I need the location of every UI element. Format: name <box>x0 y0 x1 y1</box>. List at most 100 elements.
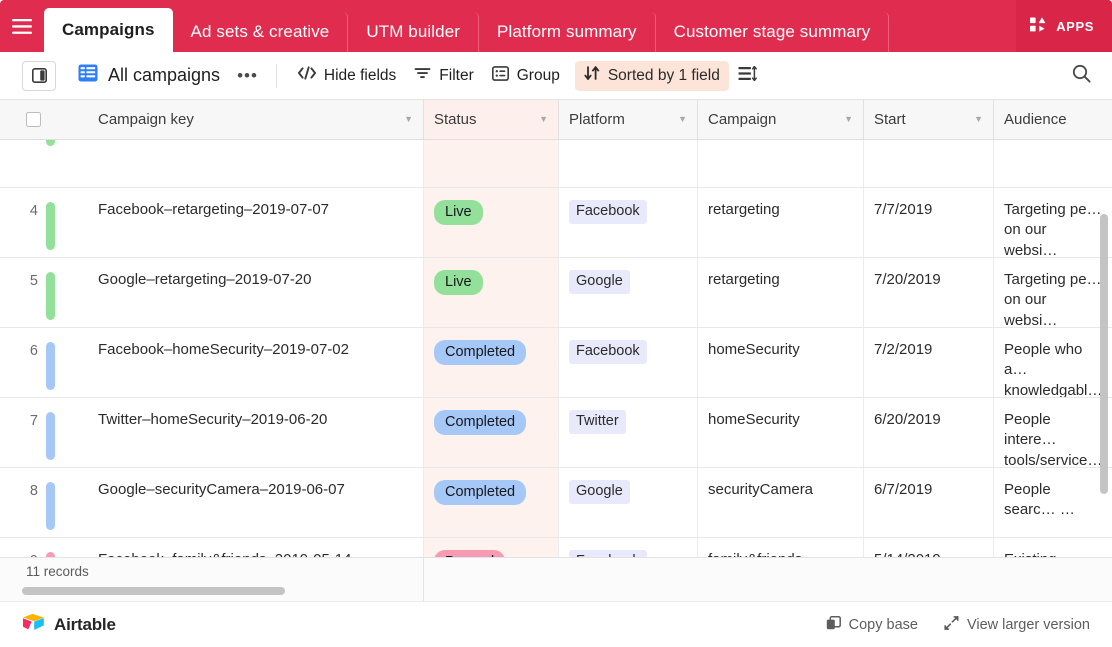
cell-platform[interactable]: Twitter <box>559 398 698 467</box>
record-summary-bar: 11 records <box>0 557 1112 601</box>
sort-button[interactable]: Sorted by 1 field <box>574 60 729 91</box>
cell-campaign[interactable]: securityCamera <box>698 468 864 537</box>
cell-start-date[interactable]: 7/20/2019 <box>864 258 994 327</box>
expand-icon <box>944 615 959 634</box>
chevron-down-icon[interactable]: ▼ <box>974 115 983 124</box>
cell-status[interactable]: Live <box>424 188 559 257</box>
column-header-audience[interactable]: Audience <box>994 100 1112 139</box>
cell-campaign[interactable]: homeSecurity <box>698 398 864 467</box>
cell-status[interactable]: Live <box>424 258 559 327</box>
hide-fields-icon <box>297 66 316 85</box>
filter-label: Filter <box>439 66 474 84</box>
cell-campaign[interactable] <box>698 140 864 187</box>
select-all-checkbox[interactable] <box>26 112 41 127</box>
cell-audience[interactable]: Existing custo… PerchCam be… <box>994 538 1112 557</box>
column-header-campaign-key[interactable]: Campaign key ▼ <box>88 100 424 139</box>
table-row[interactable]: 7 Twitter–homeSecurity–2019-06-20 Complete… <box>0 398 1112 468</box>
tab-campaigns[interactable]: Campaigns <box>44 8 173 52</box>
cell-start-date[interactable]: 7/7/2019 <box>864 188 994 257</box>
chevron-down-icon[interactable]: ▼ <box>844 115 853 124</box>
cell-platform[interactable]: Google <box>559 468 698 537</box>
platform-tag: Facebook <box>569 550 647 557</box>
cell-status[interactable]: Completed <box>424 398 559 467</box>
tab-utm-builder[interactable]: UTM builder <box>348 12 480 52</box>
table-row[interactable] <box>0 140 1112 188</box>
cell-platform[interactable]: Facebook <box>559 538 698 557</box>
tab-customer-stage-summary[interactable]: Customer stage summary <box>656 12 890 52</box>
chevron-down-icon[interactable]: ▼ <box>678 115 687 124</box>
cell-campaign-key[interactable]: Google–retargeting–2019-07-20 <box>88 258 424 327</box>
cell-audience[interactable]: Targeting pe… on our websi… <box>994 258 1112 327</box>
cell-campaign[interactable]: retargeting <box>698 258 864 327</box>
cell-start-date[interactable]: 6/7/2019 <box>864 468 994 537</box>
grid-body[interactable]: 4 Facebook–retargeting–2019-07-07 Live Face… <box>0 140 1112 557</box>
filter-button[interactable]: Filter <box>405 61 482 91</box>
cell-start-date[interactable]: 5/14/2019 <box>864 538 994 557</box>
cell-campaign-key[interactable]: Facebook–family&friends–2019-05-14 <box>88 538 424 557</box>
cell-audience[interactable] <box>994 140 1112 187</box>
cell-campaign-key[interactable]: Facebook–retargeting–2019-07-07 <box>88 188 424 257</box>
table-row[interactable]: 8 Google–securityCamera–2019-06-07 Complet… <box>0 468 1112 538</box>
hamburger-icon[interactable] <box>0 0 44 52</box>
cell-audience[interactable]: People who a… knowledgabl… <box>994 328 1112 397</box>
search-button[interactable] <box>1064 61 1098 91</box>
view-name-button[interactable]: All campaigns <box>74 61 229 91</box>
table-row[interactable]: 4 Facebook–retargeting–2019-07-07 Live Face… <box>0 188 1112 258</box>
cell-campaign[interactable]: retargeting <box>698 188 864 257</box>
row-index-cell: 4 <box>0 188 88 257</box>
table-row[interactable]: 5 Google–retargeting–2019-07-20 Live Google… <box>0 258 1112 328</box>
cell-status[interactable]: Completed <box>424 328 559 397</box>
group-icon <box>491 65 509 86</box>
cell-campaign[interactable]: homeSecurity <box>698 328 864 397</box>
cell-status[interactable]: Completed <box>424 468 559 537</box>
chevron-down-icon[interactable]: ▼ <box>404 115 413 124</box>
tab-label: Ad sets & creative <box>190 22 330 41</box>
apps-icon <box>1030 17 1049 35</box>
cell-campaign[interactable]: family&friends <box>698 538 864 557</box>
tab-ad-sets-creative[interactable]: Ad sets & creative <box>173 12 349 52</box>
column-header-start[interactable]: Start ▼ <box>864 100 994 139</box>
status-badge: Live <box>434 200 483 226</box>
cell-campaign-key[interactable]: Twitter–homeSecurity–2019-06-20 <box>88 398 424 467</box>
row-height-button[interactable] <box>729 61 766 91</box>
grid-header-row: Campaign key ▼ Status ▼ Platform ▼ Campa… <box>0 100 1112 140</box>
cell-start-date[interactable] <box>864 140 994 187</box>
copy-icon <box>826 615 841 634</box>
cell-campaign-key[interactable] <box>88 140 424 187</box>
sort-label: Sorted by 1 field <box>607 66 720 84</box>
table-row[interactable]: 9Facebook–family&friends–2019-05-14 Pause… <box>0 538 1112 557</box>
table-row[interactable]: 6 Facebook–homeSecurity–2019-07-02 Complet… <box>0 328 1112 398</box>
cell-audience[interactable]: People intere… tools/service… <box>994 398 1112 467</box>
hide-fields-button[interactable]: Hide fields <box>289 61 405 91</box>
apps-button[interactable]: APPS <box>1016 0 1112 52</box>
cell-platform[interactable] <box>559 140 698 187</box>
cell-audience[interactable]: Targeting pe… on our websi… <box>994 188 1112 257</box>
column-header-campaign[interactable]: Campaign ▼ <box>698 100 864 139</box>
cell-platform[interactable]: Google <box>559 258 698 327</box>
view-more-options-button[interactable]: ••• <box>231 67 264 84</box>
row-index-cell: 7 <box>0 398 88 467</box>
column-header-platform[interactable]: Platform ▼ <box>559 100 698 139</box>
cell-audience[interactable]: People searc… … <box>994 468 1112 537</box>
view-larger-version-button[interactable]: View larger version <box>944 615 1090 634</box>
copy-base-button[interactable]: Copy base <box>826 615 918 634</box>
view-larger-label: View larger version <box>966 616 1090 633</box>
panel-toggle-icon[interactable] <box>22 60 56 91</box>
airtable-logo[interactable]: Airtable <box>22 613 116 637</box>
group-label: Group <box>516 66 560 84</box>
cell-platform[interactable]: Facebook <box>559 188 698 257</box>
group-button[interactable]: Group <box>483 61 569 91</box>
column-label: Platform <box>569 111 625 128</box>
cell-campaign-key[interactable]: Google–securityCamera–2019-06-07 <box>88 468 424 537</box>
cell-status[interactable] <box>424 140 559 187</box>
vertical-scrollbar[interactable] <box>1100 214 1108 494</box>
column-header-status[interactable]: Status ▼ <box>424 100 559 139</box>
horizontal-scrollbar[interactable] <box>22 587 285 595</box>
cell-status[interactable]: Paused <box>424 538 559 557</box>
cell-start-date[interactable]: 7/2/2019 <box>864 328 994 397</box>
cell-campaign-key[interactable]: Facebook–homeSecurity–2019-07-02 <box>88 328 424 397</box>
cell-platform[interactable]: Facebook <box>559 328 698 397</box>
tab-platform-summary[interactable]: Platform summary <box>479 12 656 52</box>
chevron-down-icon[interactable]: ▼ <box>539 115 548 124</box>
cell-start-date[interactable]: 6/20/2019 <box>864 398 994 467</box>
